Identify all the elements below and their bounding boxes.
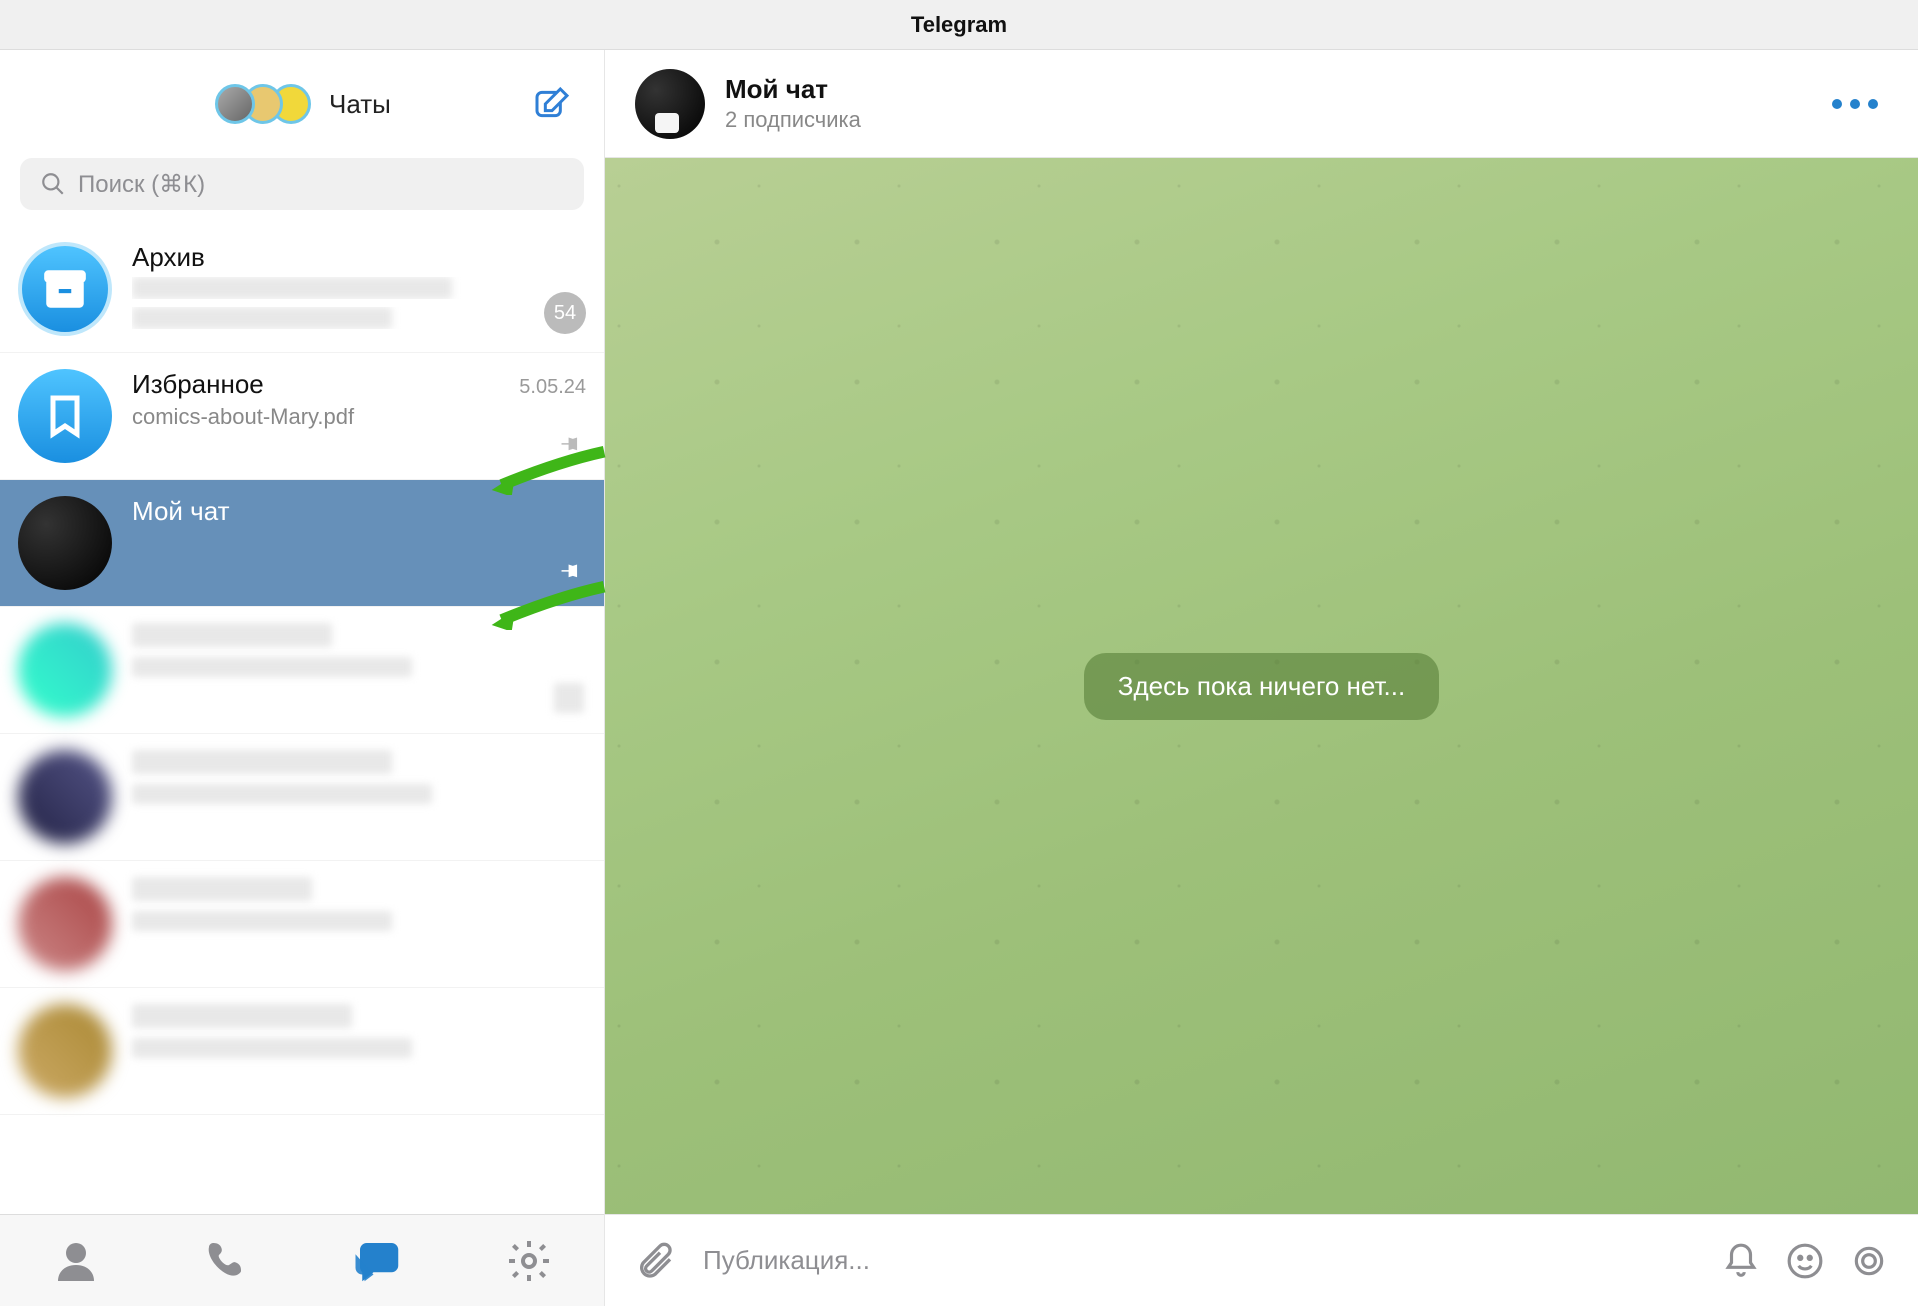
record-button[interactable]	[1850, 1242, 1888, 1280]
saved-icon	[18, 369, 112, 463]
search-icon	[40, 171, 66, 197]
folder-avatars[interactable]	[215, 84, 311, 124]
archive-badge: 54	[544, 292, 586, 334]
emoji-button[interactable]	[1786, 1242, 1824, 1280]
search-placeholder: Поиск (⌘К)	[78, 170, 205, 199]
chat-list: Архив 54 Избранное 5.05.24 comics-about-…	[0, 226, 604, 1214]
chat-item-blurred[interactable]	[0, 607, 604, 734]
chat-header-title: Мой чат	[725, 74, 861, 105]
pin-icon	[558, 434, 582, 463]
tab-calls[interactable]	[197, 1231, 257, 1291]
pin-icon	[558, 561, 582, 590]
chat-item-blurred[interactable]	[0, 988, 604, 1115]
chat-header-avatar	[635, 69, 705, 139]
mychat-title: Мой чат	[132, 496, 230, 527]
chat-item-archive[interactable]: Архив 54	[0, 226, 604, 353]
archive-title: Архив	[132, 242, 205, 273]
more-button[interactable]	[1822, 89, 1888, 119]
tab-settings[interactable]	[499, 1231, 559, 1291]
sidebar-header: Чаты	[0, 50, 604, 158]
sidebar-tabs	[0, 1214, 604, 1306]
archive-icon	[18, 242, 112, 336]
chat-header[interactable]: Мой чат 2 подписчика	[605, 50, 1918, 158]
tab-contacts[interactable]	[46, 1231, 106, 1291]
sidebar-title: Чаты	[329, 89, 391, 120]
empty-state-label: Здесь пока ничего нет...	[1084, 653, 1439, 720]
search-input[interactable]: Поиск (⌘К)	[20, 158, 584, 210]
message-input[interactable]	[703, 1245, 1694, 1276]
message-input-bar	[605, 1214, 1918, 1306]
attach-button[interactable]	[635, 1241, 675, 1281]
chat-item-saved[interactable]: Избранное 5.05.24 comics-about-Mary.pdf	[0, 353, 604, 480]
sidebar: Чаты Поиск (⌘К) Архив	[0, 50, 605, 1306]
main-pane: Мой чат 2 подписчика Здесь пока ничего н…	[605, 50, 1918, 1306]
chat-item-blurred[interactable]	[0, 861, 604, 988]
tab-chats[interactable]	[348, 1231, 408, 1291]
chat-item-mychat[interactable]: Мой чат	[0, 480, 604, 607]
saved-preview: comics-about-Mary.pdf	[132, 404, 586, 430]
chat-background: Здесь пока ничего нет...	[605, 158, 1918, 1214]
notifications-button[interactable]	[1722, 1242, 1760, 1280]
chat-header-subtitle: 2 подписчика	[725, 107, 861, 133]
mychat-avatar	[18, 496, 112, 590]
more-icon	[1832, 99, 1878, 109]
chat-item-blurred[interactable]	[0, 734, 604, 861]
saved-title: Избранное	[132, 369, 264, 400]
window-title: Telegram	[0, 0, 1918, 50]
compose-button[interactable]	[528, 80, 576, 128]
saved-time: 5.05.24	[519, 376, 586, 399]
